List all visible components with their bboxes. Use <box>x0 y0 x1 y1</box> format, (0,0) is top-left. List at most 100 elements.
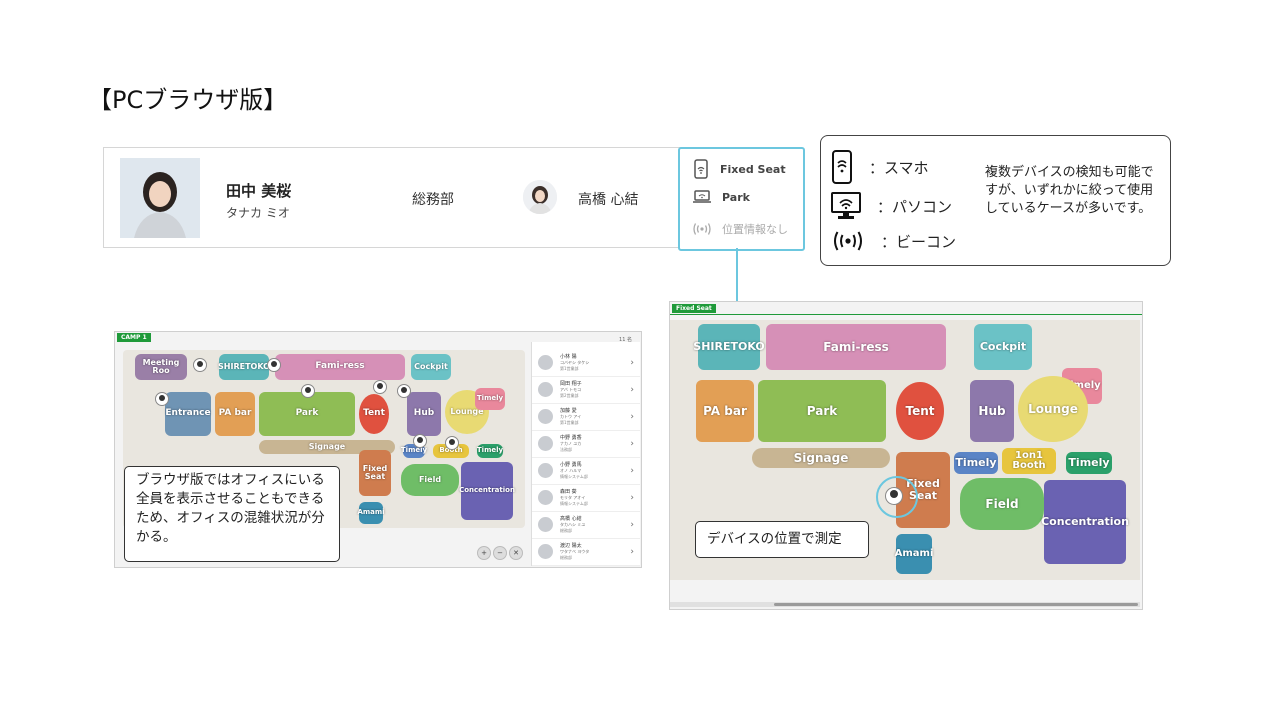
device-label: ：ビーコン <box>881 232 957 251</box>
list-item[interactable]: 加藤 愛 カトウ アイ 第1営業部 › <box>532 404 640 431</box>
zone-hub[interactable]: Hub <box>407 392 441 436</box>
list-item[interactable]: 渡辺 陽太 ワタナベ ヨウタ 総務部 › <box>532 539 640 566</box>
member-dept: 第2営業部 <box>560 393 579 398</box>
colleague-name: 高橋 心結 <box>578 192 639 208</box>
person-pin[interactable] <box>301 384 315 398</box>
member-list: 11 名 小林 陽 コバヤシ タケシ 第1営業部 › 岡田 翔子 アバ トモコ … <box>531 337 640 566</box>
zone-pa-bar[interactable]: PA bar <box>215 392 255 436</box>
list-item[interactable]: 中野 勇香 ナカノ ユカ 法務部 › <box>532 431 640 458</box>
zone-shiretoko[interactable]: SHIRETOKO <box>218 354 270 380</box>
zone-entrance[interactable]: Entrance <box>165 392 211 436</box>
device-position-callout: デバイスの位置で測定 <box>695 521 869 558</box>
tag-underline <box>670 314 1142 315</box>
zone-hub[interactable]: Hub <box>970 380 1014 442</box>
list-item[interactable]: 森田 葵 モリタ アオイ 情報システム部 › <box>532 485 640 512</box>
smartphone-wifi-icon <box>694 159 708 179</box>
zone-cockpit[interactable]: Cockpit <box>974 324 1032 370</box>
zone-shiretoko[interactable]: SHIRETOKO <box>693 324 765 370</box>
list-item[interactable]: 岡田 翔子 アバ トモコ 第2営業部 › <box>532 377 640 404</box>
map-tag: CAMP 1 <box>117 333 151 342</box>
beacon-icon <box>834 231 862 251</box>
zone-fami-ress[interactable]: Fami-ress <box>766 324 946 370</box>
member-dept: 総務部 <box>560 555 572 560</box>
person-pin[interactable] <box>413 434 427 448</box>
zone-park[interactable]: Park <box>259 392 355 436</box>
person-pin[interactable] <box>445 436 459 450</box>
status-fixed-seat: Fixed Seat <box>692 159 786 179</box>
zone-field[interactable]: Field <box>401 464 459 496</box>
location-status-legend: Fixed Seat Park 位置情報なし <box>678 147 805 251</box>
zone-timely-3[interactable]: Timely <box>477 444 503 458</box>
zoom-in-button[interactable]: + <box>477 546 491 560</box>
beacon-icon <box>693 223 711 235</box>
member-name: 岡田 翔子 <box>560 381 582 387</box>
zone-timely-1[interactable]: Timely <box>475 388 505 410</box>
smartphone-icon <box>832 150 852 184</box>
zone-fami-ress[interactable]: Fami-ress <box>275 354 405 380</box>
zone-park[interactable]: Park <box>758 380 886 442</box>
zone-signage[interactable]: Signage <box>752 448 890 468</box>
avatar <box>538 517 553 532</box>
monitor-icon <box>831 192 861 219</box>
colleague-avatar[interactable] <box>523 180 557 214</box>
chevron-right-icon: › <box>630 547 634 557</box>
member-dept: 総務部 <box>560 528 572 533</box>
member-name: 森田 葵 <box>560 489 577 495</box>
list-item[interactable]: 小野 勇馬 オノ ハルマ 情報システム部 › <box>532 458 640 485</box>
chevron-right-icon: › <box>630 466 634 476</box>
zone-pa-bar[interactable]: PA bar <box>696 380 754 442</box>
fit-view-button[interactable]: ✕ <box>509 546 523 560</box>
member-dept: 第1営業部 <box>560 420 579 425</box>
person-pin[interactable] <box>373 380 387 394</box>
zone-timely-2[interactable]: Timely <box>954 452 998 474</box>
device-pc: ：パソコン <box>831 191 952 221</box>
zone-1on1-booth[interactable]: 1on1 Booth <box>1002 448 1056 474</box>
person-photo-icon <box>120 158 200 238</box>
person-pin[interactable] <box>267 358 281 372</box>
device-label: ：パソコン <box>877 197 953 216</box>
avatar <box>538 355 553 370</box>
map-tag: Fixed Seat <box>672 304 716 313</box>
member-count: 11 名 <box>619 337 632 343</box>
device-label: ：スマホ <box>869 158 929 177</box>
zone-meeting-room[interactable]: Meeting Roo <box>135 354 187 380</box>
member-name: 加藤 愛 <box>560 408 577 414</box>
person-avatar-icon <box>523 180 557 214</box>
zone-concentration[interactable]: Concentration <box>1041 480 1129 564</box>
zone-fixed-seat[interactable]: Fixed Seat <box>359 450 391 496</box>
member-dept: 第1営業部 <box>560 366 579 371</box>
profile-card: 田中 美桜 タナカ ミオ 総務部 高橋 心結 <box>103 147 681 248</box>
avatar <box>538 382 553 397</box>
member-name: 小野 勇馬 <box>560 462 582 468</box>
list-item[interactable]: 小林 陽 コバヤシ タケシ 第1営業部 › <box>532 350 640 377</box>
profile-name: 田中 美桜 <box>226 182 292 200</box>
office-map-fixed-seat[interactable]: Fixed Seat SHIRETOKO Fami-ress Cockpit T… <box>669 301 1143 610</box>
zone-tent[interactable]: Tent <box>896 382 944 440</box>
profile-kana: タナカ ミオ <box>226 206 290 220</box>
zone-tent[interactable]: Tent <box>359 394 389 434</box>
zone-lounge[interactable]: Lounge <box>1018 376 1088 442</box>
zone-amami[interactable]: Amami <box>357 502 385 524</box>
browser-callout: ブラウザ版ではオフィスにいる全員を表示させることもできるため、オフィスの混雑状況… <box>124 466 340 562</box>
avatar <box>538 544 553 559</box>
scrollbar-thumb[interactable] <box>774 603 1138 606</box>
zone-amami[interactable]: Amami <box>895 534 933 574</box>
member-dept: 情報システム部 <box>560 474 588 479</box>
zone-timely-3[interactable]: Timely <box>1066 452 1112 474</box>
status-no-location: 位置情報なし <box>692 221 788 237</box>
person-pin[interactable] <box>397 384 411 398</box>
list-item[interactable]: 高橋 心結 タカハシ ミユ 総務部 › <box>532 512 640 539</box>
person-pin[interactable] <box>193 358 207 372</box>
zone-concentration[interactable]: Concentration <box>459 462 515 520</box>
chevron-right-icon: › <box>630 520 634 530</box>
person-pin[interactable] <box>155 392 169 406</box>
chevron-right-icon: › <box>630 358 634 368</box>
zone-cockpit[interactable]: Cockpit <box>411 354 451 380</box>
chevron-right-icon: › <box>630 439 634 449</box>
zone-field[interactable]: Field <box>960 478 1044 530</box>
zoom-out-button[interactable]: − <box>493 546 507 560</box>
avatar <box>538 436 553 451</box>
avatar <box>538 463 553 478</box>
device-beacon: ：ビーコン <box>831 230 956 252</box>
chevron-right-icon: › <box>630 493 634 503</box>
